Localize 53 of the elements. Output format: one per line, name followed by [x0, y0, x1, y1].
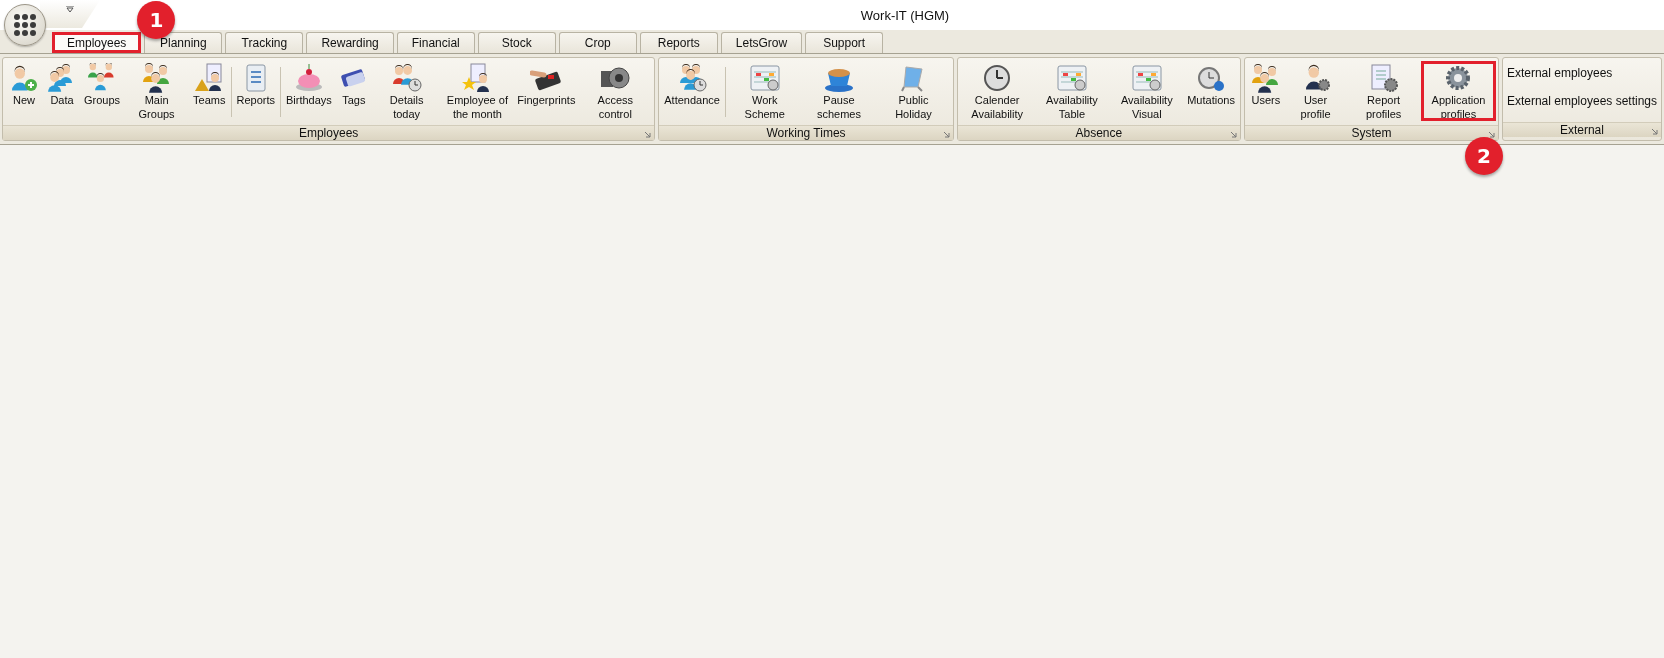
ribbon-tab[interactable]: Financial — [396, 32, 475, 53]
ribbon-tab[interactable]: Rewarding — [306, 32, 394, 53]
launcher-icon[interactable] — [1230, 132, 1237, 138]
launcher-icon[interactable] — [645, 132, 652, 138]
ribbon-button[interactable]: Reports — [233, 61, 278, 121]
window-title: Work-IT (HGM) — [860, 7, 950, 23]
ribbon-button[interactable]: Availability Visual — [1109, 61, 1185, 121]
person-clock-icon — [390, 63, 423, 93]
ribbon-button[interactable]: User profile — [1284, 61, 1347, 121]
ribbon-tab[interactable]: Stock — [477, 32, 556, 53]
launcher-icon[interactable] — [1652, 129, 1658, 135]
ribbon-button[interactable]: Groups — [81, 61, 124, 121]
group-label: Absence — [957, 125, 1240, 140]
ribbon-button[interactable]: Data — [43, 61, 81, 121]
launcher-icon[interactable] — [1488, 132, 1495, 138]
ribbon-button[interactable]: Pause schemes — [801, 61, 877, 121]
ribbon-button[interactable]: Work Scheme — [727, 61, 802, 121]
ribbon-button[interactable]: Report profiles — [1346, 61, 1422, 121]
ribbon-tab[interactable]: Crop — [558, 32, 637, 53]
ribbon-button[interactable]: Attendance — [661, 61, 723, 121]
ribbon-button[interactable]: External employees settings — [1506, 94, 1657, 108]
ribbon-tab[interactable]: Reports — [639, 32, 718, 53]
ribbon-button[interactable]: Application profiles — [1421, 61, 1496, 121]
ribbon-tab[interactable]: Support — [805, 32, 884, 53]
ribbon-button[interactable]: Availability Table — [1034, 61, 1110, 121]
caret-icon[interactable] — [66, 6, 74, 13]
group-label: External — [1502, 122, 1661, 137]
step-badge: 2 — [1465, 137, 1504, 175]
dots-icon — [13, 13, 37, 37]
ribbon-button[interactable]: Tags — [334, 61, 373, 121]
ribbon-button[interactable]: Users — [1246, 61, 1285, 121]
group-label: Employees — [3, 125, 655, 140]
ribbon-button[interactable]: Public Holiday — [876, 61, 951, 121]
ribbon-button[interactable]: Fingerprints — [514, 61, 579, 121]
schedule-icon — [1130, 63, 1163, 93]
ribbon-tab[interactable]: Tracking — [225, 32, 304, 53]
ribbon-button[interactable]: Birthdays — [283, 61, 335, 121]
ribbon-button[interactable]: Calender Availability — [959, 61, 1035, 121]
schedule-icon — [1056, 63, 1088, 93]
ribbon-button[interactable]: Access control — [578, 61, 653, 121]
launcher-icon[interactable] — [943, 132, 950, 138]
ribbon-tab[interactable]: LetsGrow — [720, 32, 803, 53]
ribbon-button[interactable]: Teams — [190, 61, 229, 121]
ribbon-button[interactable]: Employee of the month — [440, 61, 515, 121]
ribbon-button[interactable]: New — [5, 61, 43, 121]
schedule-icon — [748, 63, 781, 93]
ribbon-button[interactable]: External employees — [1506, 66, 1657, 80]
ribbon-button[interactable]: Mutations — [1184, 61, 1238, 121]
ribbon-button[interactable]: Details today — [372, 61, 441, 121]
ribbon-button[interactable]: Main Groups — [123, 61, 191, 121]
group-label: Working Times — [659, 125, 953, 140]
group-label: System — [1244, 125, 1498, 140]
ribbon-tab[interactable]: Planning — [144, 32, 223, 53]
